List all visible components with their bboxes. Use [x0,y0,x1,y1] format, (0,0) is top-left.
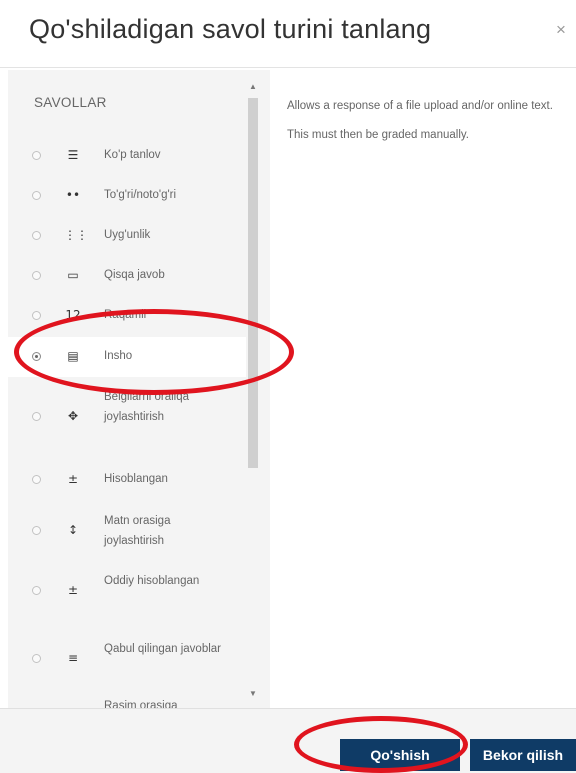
question-type-item-accepted-answers[interactable]: ≡ Qabul qilingan javoblar [8,634,246,684]
question-type-radio[interactable] [32,654,41,663]
scrollbar-thumb[interactable] [248,98,258,468]
close-icon[interactable]: × [556,21,566,38]
question-type-label: Belgilarni oraliqa joylashtirish [104,391,190,423]
numeric-icon: 12 [65,308,81,322]
dialog-footer: Qo'shish Bekor qilish [0,708,576,773]
textbox-icon: ▭ [67,268,79,282]
add-button[interactable]: Qo'shish [340,739,460,771]
dialog-header: Qo'shiladigan savol turini tanlang × [0,0,576,68]
question-type-radio[interactable] [32,586,41,595]
question-type-item-ddmarker[interactable]: ✥ Belgilarni oraliqa joylashtirish [8,384,246,450]
scroll-down-icon[interactable]: ▼ [246,689,260,699]
cancel-button[interactable]: Bekor qilish [470,739,576,771]
question-type-item-multichoice[interactable]: ☰ Ko'p tanlov [8,139,246,173]
question-type-label: Qabul qilingan javoblar [104,643,221,655]
dialog-title: Qo'shiladigan savol turini tanlang [29,14,432,44]
calculated-icon: ± [67,472,79,486]
question-type-radio[interactable] [32,271,41,280]
question-type-label: Uyg'unlik [104,229,151,241]
question-type-label: Oddiy hisoblangan [104,575,200,587]
question-type-item-calculated[interactable]: ± Hisoblangan [8,463,246,497]
essay-icon: ▤ [67,349,79,363]
question-type-radio[interactable] [32,151,41,160]
question-type-label: Raqamli [104,309,147,321]
grid-icon: ⋮⋮ [64,228,88,242]
question-type-radio[interactable] [32,475,41,484]
question-type-radio[interactable] [32,191,41,200]
dots-icon: •• [65,188,81,202]
question-type-item-match[interactable]: ⋮⋮ Uyg'unlik [8,219,246,253]
simple-calculated-icon: ± [67,583,79,597]
question-type-radio[interactable] [32,311,41,320]
move-icon: ↕ [67,523,79,537]
question-type-item-truefalse[interactable]: •• To'g'ri/noto'g'ri [8,179,246,213]
question-type-item-ddimageortext[interactable]: Rasim orasiga [8,694,246,708]
question-type-radio[interactable] [32,231,41,240]
list-scrollbar[interactable]: ▲ ▼ [246,82,260,702]
question-type-radio-selected[interactable] [32,352,41,361]
question-type-label: Insho [104,350,133,362]
section-label: SAVOLLAR [34,95,107,110]
question-type-label: Hisoblangan [104,473,168,485]
question-type-radio[interactable] [32,526,41,535]
question-type-label: Rasim orasiga [104,700,178,708]
question-type-label: Matn orasiga joylashtirish [104,515,171,547]
question-type-radio[interactable] [32,412,41,421]
question-type-label: Ko'p tanlov [104,149,161,161]
drag-icon: ✥ [67,409,79,423]
question-type-label: To'g'ri/noto'g'ri [104,189,177,201]
question-type-description: Allows a response of a file upload and/o… [287,100,553,141]
question-type-item-ddwtos[interactable]: ↕ Matn orasiga joylashtirish [8,506,246,556]
accepted-answers-icon: ≡ [67,651,79,665]
question-type-list: SAVOLLAR ☰ Ko'p tanlov •• To'g'ri/noto'g… [8,70,270,708]
question-type-label: Qisqa javob [104,269,165,281]
question-type-item-essay[interactable]: ▤ Insho [8,337,246,377]
list-icon: ☰ [67,148,79,162]
scroll-up-icon[interactable]: ▲ [246,82,260,92]
question-type-item-numerical[interactable]: 12 Raqamli [8,299,246,333]
question-type-item-calculatedsimple[interactable]: ± Oddiy hisoblangan [8,566,246,616]
question-type-item-shortanswer[interactable]: ▭ Qisqa javob [8,259,246,293]
